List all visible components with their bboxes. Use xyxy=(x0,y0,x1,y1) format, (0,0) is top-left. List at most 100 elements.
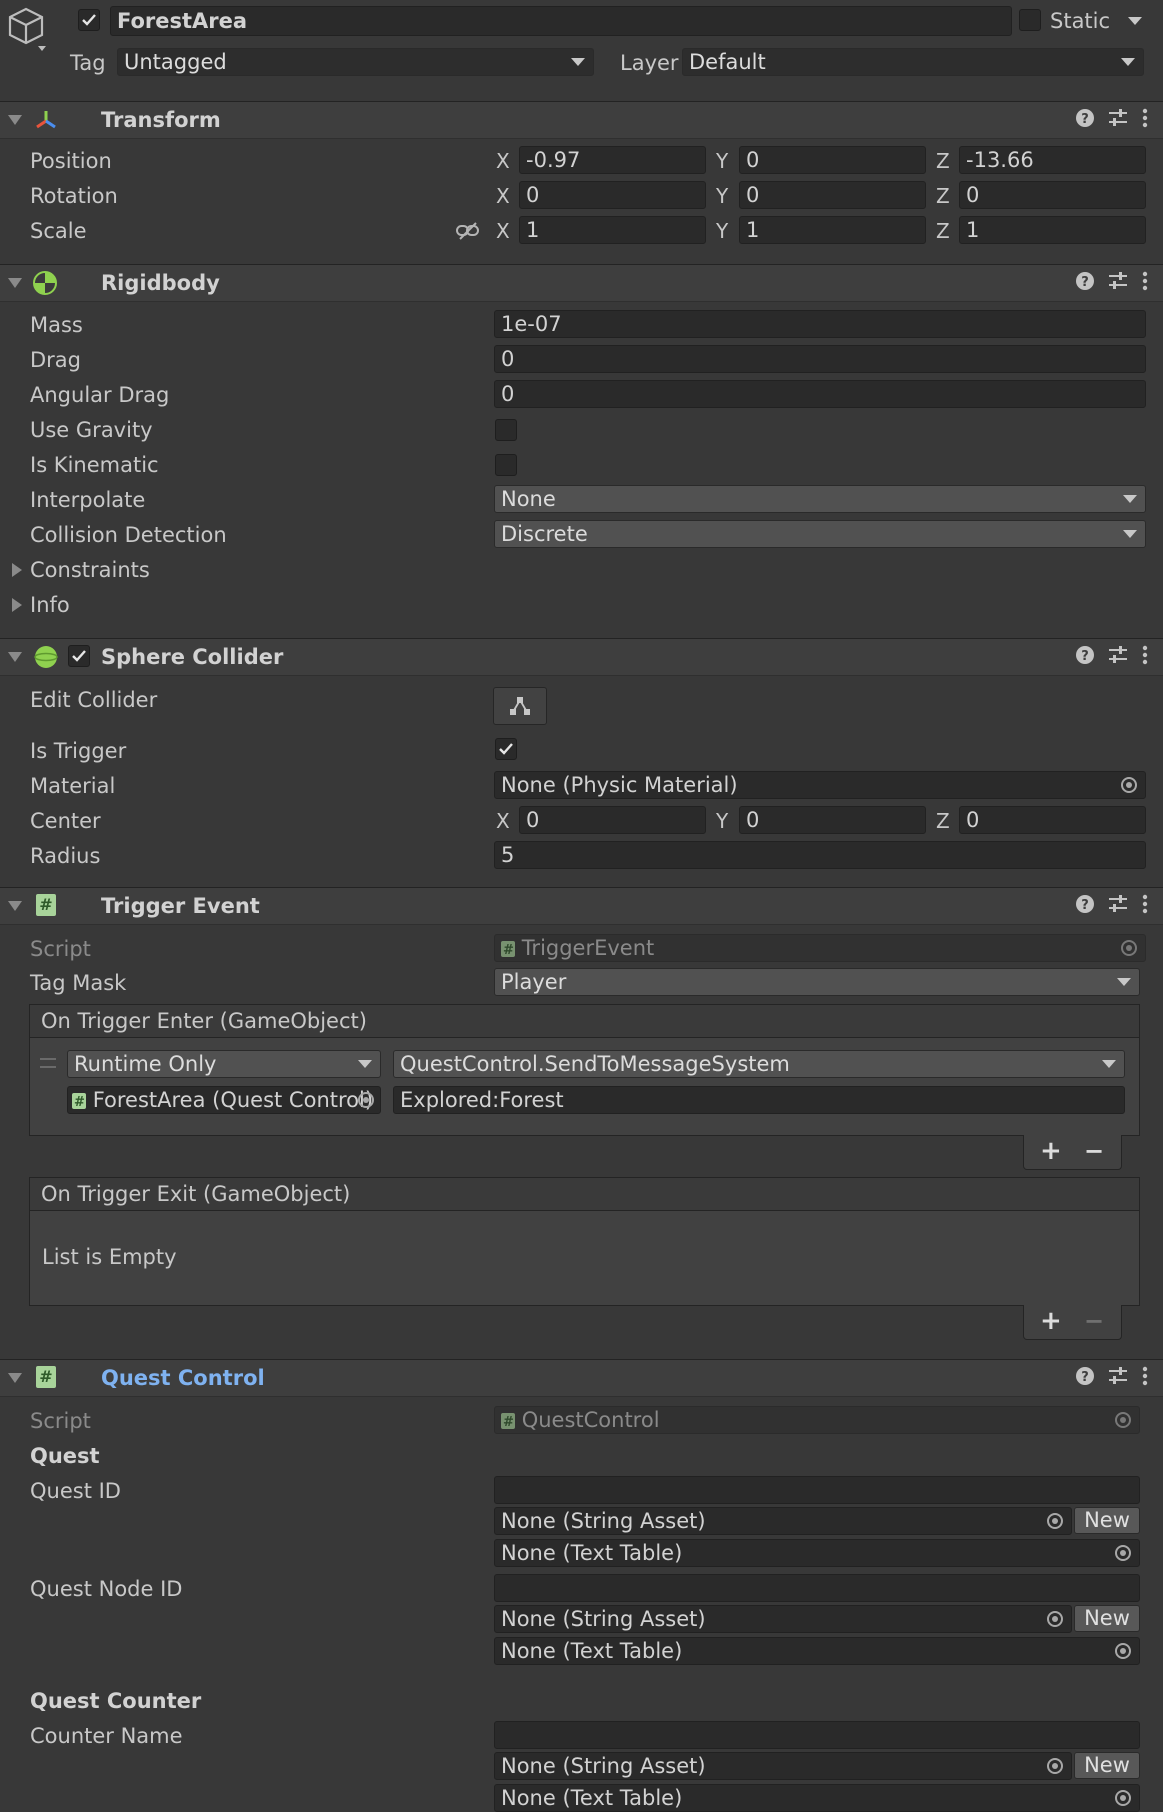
foldout-icon[interactable] xyxy=(8,278,22,288)
layer-dropdown[interactable]: Default xyxy=(682,48,1144,76)
help-icon[interactable]: ? xyxy=(1075,645,1095,665)
material-field[interactable]: None (Physic Material) xyxy=(494,771,1146,799)
object-picker-icon[interactable] xyxy=(1115,1643,1131,1659)
tag-mask-value: Player xyxy=(501,970,567,994)
add-item-button[interactable]: + xyxy=(1040,1305,1062,1337)
quest-id-field[interactable] xyxy=(494,1476,1140,1504)
runtime-dropdown[interactable]: Runtime Only xyxy=(67,1050,381,1078)
sphere-collider-header[interactable]: Sphere Collider ? xyxy=(0,638,1163,676)
foldout-icon[interactable] xyxy=(8,1373,22,1383)
rotation-x-field[interactable]: 0 xyxy=(519,181,706,209)
rotation-z-field[interactable]: 0 xyxy=(959,181,1146,209)
object-picker-icon[interactable] xyxy=(1115,1545,1131,1561)
object-picker-icon[interactable] xyxy=(358,1092,374,1108)
drag-handle[interactable] xyxy=(40,1058,56,1068)
center-x-field[interactable]: 0 xyxy=(519,806,706,834)
object-picker-icon[interactable] xyxy=(1047,1758,1063,1774)
kebab-menu-icon[interactable] xyxy=(1141,271,1149,291)
counter-string-asset-field[interactable]: None (String Asset) xyxy=(494,1752,1072,1780)
scale-x-field[interactable]: 1 xyxy=(519,216,706,244)
help-icon[interactable]: ? xyxy=(1075,108,1095,128)
quest-node-new-button[interactable]: New xyxy=(1074,1605,1140,1632)
is-trigger-checkbox[interactable] xyxy=(495,738,517,760)
quest-control-header[interactable]: # Quest Control ? xyxy=(0,1359,1163,1397)
preset-icon[interactable] xyxy=(1107,271,1129,291)
rigidbody-header[interactable]: Rigidbody ? xyxy=(0,264,1163,302)
center-y-field[interactable]: 0 xyxy=(739,806,926,834)
angular-drag-field[interactable]: 0 xyxy=(494,380,1146,408)
center-z-field[interactable]: 0 xyxy=(959,806,1146,834)
preset-icon[interactable] xyxy=(1107,894,1129,914)
rigidbody-title: Rigidbody xyxy=(101,271,220,295)
constraints-foldout[interactable]: Constraints xyxy=(0,556,400,584)
radius-field[interactable]: 5 xyxy=(494,841,1146,869)
foldout-icon[interactable] xyxy=(8,115,22,125)
counter-new-button[interactable]: New xyxy=(1074,1752,1140,1779)
constrain-proportions-icon[interactable] xyxy=(456,221,480,246)
preset-icon[interactable] xyxy=(1107,1366,1129,1386)
foldout-icon[interactable] xyxy=(8,652,22,662)
active-toggle[interactable] xyxy=(78,9,100,31)
counter-text-table-field[interactable]: None (Text Table) xyxy=(494,1784,1140,1812)
remove-item-button[interactable]: − xyxy=(1084,1135,1104,1167)
kebab-menu-icon[interactable] xyxy=(1141,108,1149,128)
kebab-menu-icon[interactable] xyxy=(1141,645,1149,665)
position-y-field[interactable]: 0 xyxy=(739,146,926,174)
kebab-menu-icon[interactable] xyxy=(1141,894,1149,914)
is-kinematic-checkbox[interactable] xyxy=(495,454,517,476)
quest-id-new-button[interactable]: New xyxy=(1074,1507,1140,1534)
collision-detection-label: Collision Detection xyxy=(30,523,227,547)
quest-node-string-asset-field[interactable]: None (String Asset) xyxy=(494,1605,1072,1633)
add-item-button[interactable]: + xyxy=(1040,1135,1062,1167)
preset-icon[interactable] xyxy=(1107,108,1129,128)
function-dropdown[interactable]: QuestControl.SendToMessageSystem xyxy=(393,1050,1125,1078)
scale-z-field[interactable]: 1 xyxy=(959,216,1146,244)
exit-list-footer: + − xyxy=(1023,1305,1122,1340)
target-object-field[interactable]: ForestArea (Quest Control) xyxy=(67,1086,381,1114)
rotation-y-field[interactable]: 0 xyxy=(739,181,926,209)
transform-icon xyxy=(34,108,58,137)
transform-header[interactable]: Transform ? xyxy=(0,101,1163,139)
position-x-field[interactable]: -0.97 xyxy=(519,146,706,174)
object-picker-icon[interactable] xyxy=(1115,1790,1131,1806)
mass-field[interactable]: 1e-07 xyxy=(494,310,1146,338)
collision-detection-dropdown[interactable]: Discrete xyxy=(494,520,1146,548)
info-label: Info xyxy=(30,593,70,617)
quest-node-id-field[interactable] xyxy=(494,1574,1140,1602)
kebab-menu-icon[interactable] xyxy=(1141,1366,1149,1386)
script-label: Script xyxy=(30,937,91,961)
quest-control-title[interactable]: Quest Control xyxy=(101,1364,265,1392)
collision-detection-value: Discrete xyxy=(501,522,588,546)
scale-y-field[interactable]: 1 xyxy=(739,216,926,244)
use-gravity-checkbox[interactable] xyxy=(495,419,517,441)
object-picker-icon[interactable] xyxy=(1047,1513,1063,1529)
help-icon[interactable]: ? xyxy=(1075,1366,1095,1386)
quest-node-text-table-field[interactable]: None (Text Table) xyxy=(494,1637,1140,1665)
counter-name-field[interactable] xyxy=(494,1721,1140,1749)
tag-mask-dropdown[interactable]: Player xyxy=(494,968,1140,996)
quest-id-text-table-field[interactable]: None (Text Table) xyxy=(494,1539,1140,1567)
static-toggle[interactable] xyxy=(1019,9,1041,31)
help-icon[interactable]: ? xyxy=(1075,894,1095,914)
trigger-event-header[interactable]: # Trigger Event ? xyxy=(0,887,1163,925)
header-actions: ? xyxy=(1075,108,1149,128)
help-icon[interactable]: ? xyxy=(1075,271,1095,291)
chevron-down-icon xyxy=(1123,530,1137,538)
object-picker-icon[interactable] xyxy=(1121,777,1137,793)
preset-icon[interactable] xyxy=(1107,645,1129,665)
sphere-collider-enabled-checkbox[interactable] xyxy=(68,645,90,667)
argument-field[interactable]: Explored:Forest xyxy=(393,1086,1125,1114)
foldout-icon[interactable] xyxy=(8,901,22,911)
info-foldout[interactable]: Info xyxy=(0,591,400,619)
mass-label: Mass xyxy=(30,313,83,337)
position-z-field[interactable]: -13.66 xyxy=(959,146,1146,174)
static-dropdown-icon[interactable] xyxy=(1128,17,1142,25)
edit-collider-button[interactable] xyxy=(493,687,547,725)
quest-id-string-asset-field[interactable]: None (String Asset) xyxy=(494,1507,1072,1535)
tag-dropdown[interactable]: Untagged xyxy=(117,48,594,76)
object-picker-icon[interactable] xyxy=(1047,1611,1063,1627)
drag-field[interactable]: 0 xyxy=(494,345,1146,373)
interpolate-dropdown[interactable]: None xyxy=(494,485,1146,513)
object-name-field[interactable]: ForestArea xyxy=(110,6,1012,36)
gameobject-icon[interactable] xyxy=(6,6,46,52)
